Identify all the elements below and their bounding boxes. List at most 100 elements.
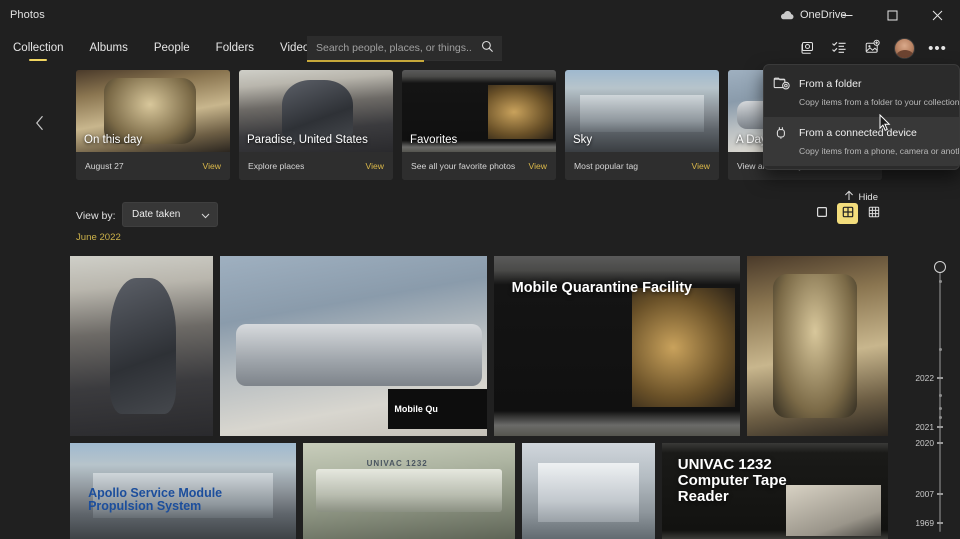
timeline-tick (937, 377, 943, 379)
card-footer: Explore places View (239, 152, 393, 180)
search-icon (481, 40, 494, 56)
menu-item-title: From a connected device (799, 127, 917, 139)
card-title: Favorites (410, 134, 458, 146)
new-video-button[interactable] (855, 33, 888, 63)
zoom-large-thumbnails-button[interactable] (811, 203, 832, 224)
zoom-level-buttons (811, 203, 884, 224)
select-list-icon (831, 39, 847, 58)
timeline-tick (937, 522, 943, 524)
timeline-dot (938, 280, 942, 283)
tab-active-indicator (29, 58, 48, 61)
carousel-prev-button[interactable] (28, 112, 52, 138)
memory-card-sky[interactable]: Sky Most popular tag View (565, 70, 719, 180)
video-photo-icon (864, 39, 880, 58)
timeline-year-2007[interactable]: 2007 (915, 489, 934, 499)
tab-folders-label: Folders (215, 42, 255, 54)
timeline-year-2021[interactable]: 2021 (915, 422, 934, 432)
photo-embedded-label: UNIVAC 1232 (366, 458, 428, 468)
photos-app-window: Photos OneDrive Collection Albums People… (0, 0, 960, 539)
card-view-link[interactable]: View (692, 161, 710, 171)
window-controls (825, 0, 960, 31)
photo-thumbnail[interactable]: UNIVAC 1232 Computer Tape Reader (661, 443, 888, 539)
memory-card-on-this-day[interactable]: On this day August 27 View (76, 70, 230, 180)
photo-caption-text: Apollo Service Module Propulsion System (88, 485, 223, 514)
zoom-small-thumbnails-button[interactable] (863, 203, 884, 224)
menu-item-text: From a folder Copy items from a folder t… (799, 74, 959, 110)
card-title: Paradise, United States (247, 134, 368, 146)
menu-item-text: From a connected device Copy items from … (799, 123, 959, 159)
tab-albums-label: Albums (89, 42, 128, 54)
card-title: Sky (573, 134, 593, 146)
photo-thumbnail[interactable]: UNIVAC 1232 (303, 443, 516, 539)
chevron-left-icon (35, 115, 45, 136)
timeline-year-2022[interactable]: 2022 (915, 373, 934, 383)
search-input[interactable] (307, 42, 472, 54)
four-grid-icon (842, 205, 854, 223)
timeline-dot (938, 394, 942, 397)
timeline-handle[interactable] (934, 261, 946, 273)
app-title: Photos (10, 9, 45, 21)
photo-thumbnail[interactable] (522, 443, 655, 539)
timeline-scrollbar[interactable]: 2022 2021 2020 2007 1969 (915, 258, 947, 539)
close-button[interactable] (915, 0, 960, 31)
card-footer: See all your favorite photos View (402, 152, 556, 180)
card-subtitle: August 27 (85, 161, 124, 171)
more-options-button[interactable]: ••• (921, 33, 954, 63)
photo-row: Mobile Qu Mobile Quarantine Facility (70, 256, 889, 436)
import-button[interactable] (789, 33, 822, 63)
timeline-tick (937, 493, 943, 495)
thumbnail-image (70, 256, 213, 436)
tab-albums[interactable]: Albums (77, 31, 141, 65)
maximize-button[interactable] (870, 0, 915, 31)
card-title: On this day (84, 134, 143, 146)
menu-item-subtitle: Copy items from a phone, camera or anoth… (799, 146, 959, 156)
zoom-medium-thumbnails-button[interactable] (837, 203, 858, 224)
chevron-down-icon (201, 206, 210, 224)
avatar (894, 37, 915, 59)
card-subtitle: Most popular tag (574, 161, 639, 171)
select-button[interactable] (822, 33, 855, 63)
photo-thumbnail[interactable]: Mobile Quarantine Facility (494, 256, 741, 436)
main-tabs: Collection Albums People Folders Video E… (0, 31, 355, 65)
timeline-dot (938, 348, 942, 351)
view-by-value: Date taken (132, 209, 181, 220)
photo-thumbnail[interactable] (747, 256, 889, 436)
timeline-tick (937, 442, 943, 444)
photo-thumbnail[interactable]: Mobile Qu (219, 256, 488, 436)
menu-item-from-a-folder[interactable]: From a folder Copy items from a folder t… (764, 68, 959, 117)
view-by-label: View by: (76, 210, 116, 222)
card-view-link[interactable]: View (203, 161, 221, 171)
timeline-year-2020[interactable]: 2020 (915, 438, 934, 448)
card-footer: Most popular tag View (565, 152, 719, 180)
menu-item-from-a-connected-device[interactable]: From a connected device Copy items from … (764, 117, 959, 166)
minimize-button[interactable] (825, 0, 870, 31)
search-box[interactable] (307, 36, 502, 62)
tab-collection-label: Collection (13, 42, 64, 54)
usb-plug-icon (773, 123, 790, 159)
photo-caption-text: Mobile Quarantine Facility (511, 280, 693, 297)
hide-label: Hide (858, 191, 878, 203)
memory-card-paradise-united-states[interactable]: Paradise, United States Explore places V… (239, 70, 393, 180)
navigation-bar: Collection Albums People Folders Video E… (0, 31, 960, 65)
tab-folders[interactable]: Folders (203, 31, 267, 65)
photo-thumbnail[interactable]: Apollo Service Module Propulsion System (70, 443, 297, 539)
thumbnail-image (303, 443, 516, 539)
search-button[interactable] (472, 36, 502, 61)
tab-people[interactable]: People (141, 31, 203, 65)
single-square-icon (816, 205, 828, 223)
card-view-link[interactable]: View (366, 161, 384, 171)
card-view-link[interactable]: View (529, 161, 547, 171)
account-button[interactable] (888, 33, 921, 63)
memory-card-favorites[interactable]: Favorites See all your favorite photos V… (402, 70, 556, 180)
timeline-dot (938, 407, 942, 410)
tab-collection[interactable]: Collection (0, 31, 77, 65)
view-controls-row: View by: Date taken June 2022 Hide (0, 186, 960, 244)
thumbnail-image (747, 256, 889, 436)
import-menu: From a folder Copy items from a folder t… (763, 64, 960, 170)
card-footer: August 27 View (76, 152, 230, 180)
card-subtitle: See all your favorite photos (411, 161, 516, 171)
import-photos-icon (798, 39, 814, 58)
photo-thumbnail[interactable] (70, 256, 213, 436)
timeline-year-1969[interactable]: 1969 (915, 518, 934, 528)
view-by-select[interactable]: Date taken (122, 202, 218, 227)
